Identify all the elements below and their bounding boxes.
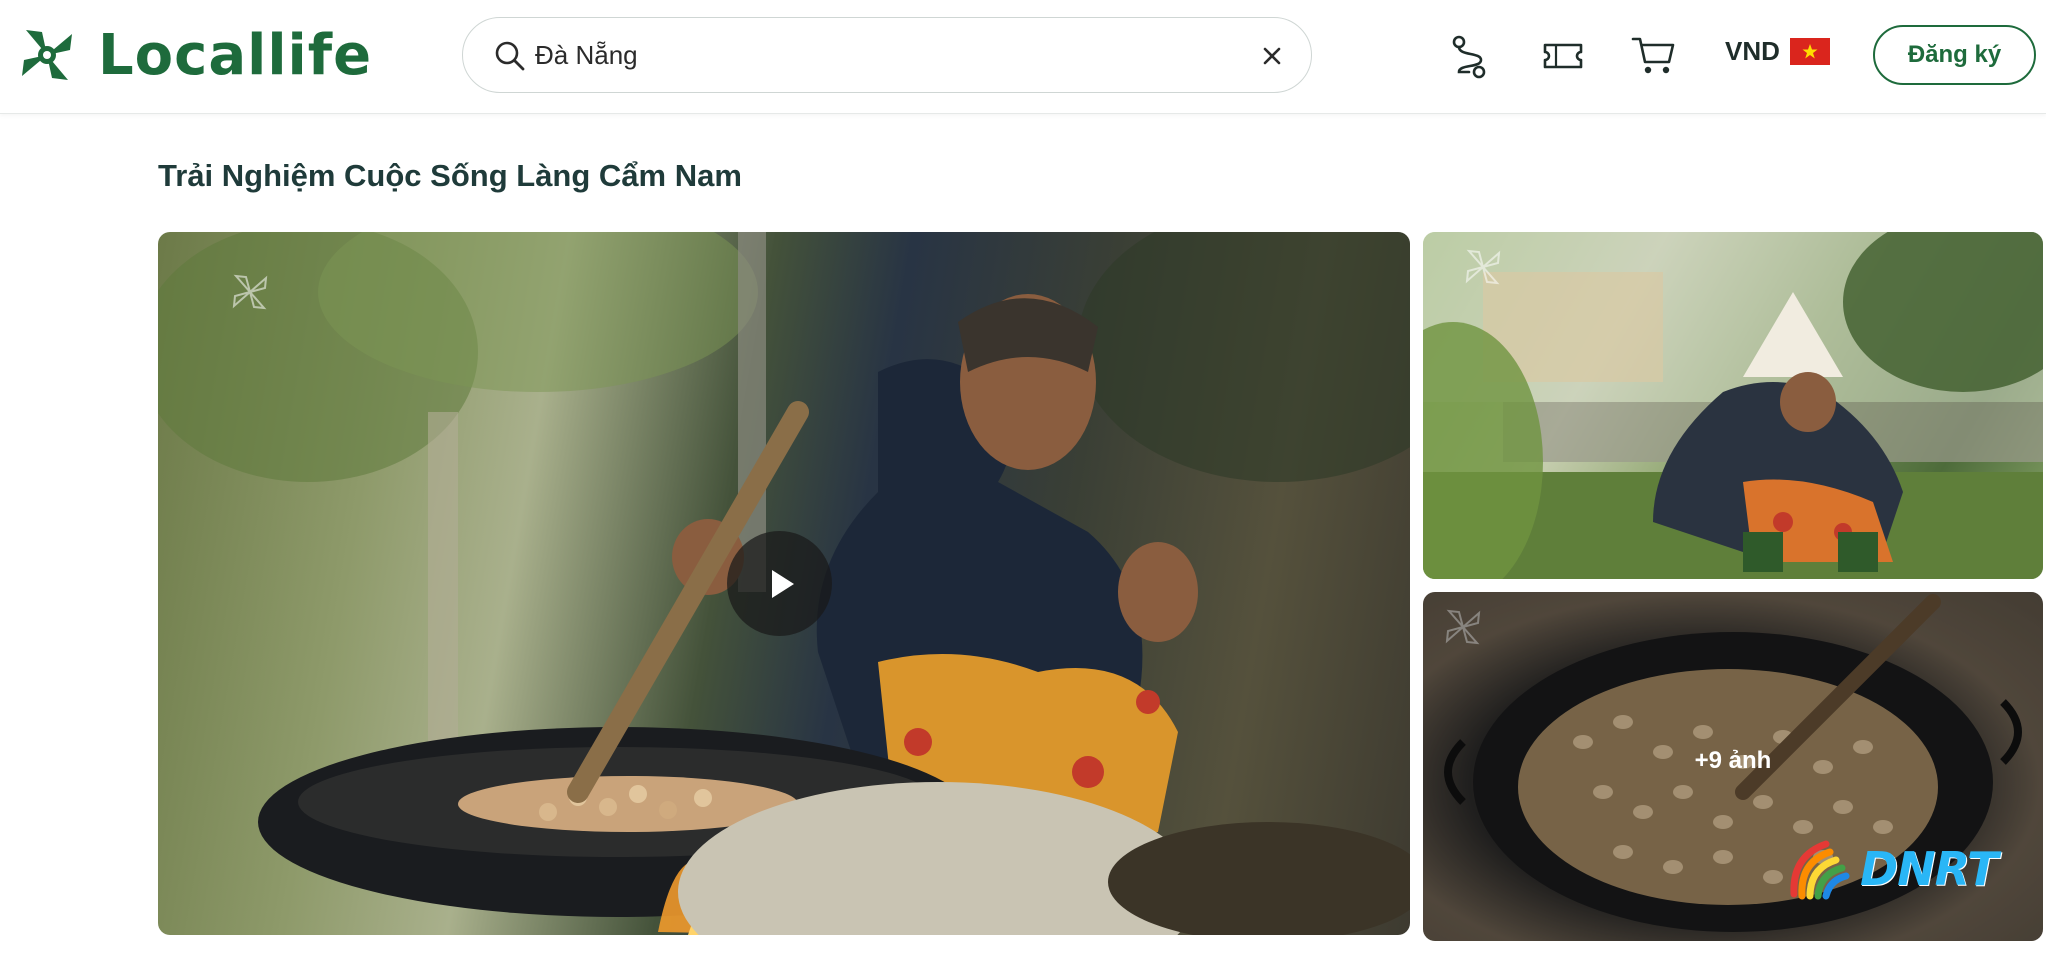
more-photos-label: +9 ảnh xyxy=(1694,746,1772,774)
close-icon[interactable] xyxy=(1257,41,1287,71)
page-title: Trải Nghiệm Cuộc Sống Làng Cẩm Nam xyxy=(158,158,742,193)
ticket-icon[interactable] xyxy=(1537,30,1589,82)
search-input[interactable] xyxy=(535,32,1195,78)
garden-scene-image xyxy=(1423,232,2043,579)
currency-selector[interactable]: VND xyxy=(1725,36,1830,67)
route-icon[interactable] xyxy=(1445,30,1497,82)
gallery-thumbnail-garden[interactable] xyxy=(1423,232,2043,579)
dnrt-logo-text: DNRT xyxy=(1860,842,1998,896)
search-bar xyxy=(462,17,1312,93)
cart-icon[interactable] xyxy=(1628,30,1680,82)
signup-button[interactable]: Đăng ký xyxy=(1873,25,2036,85)
dnrt-channel-logo: DNRT xyxy=(1786,836,1998,902)
dnrt-rainbow-logo-icon xyxy=(1790,840,1850,900)
currency-label: VND xyxy=(1725,36,1780,66)
brand-logo[interactable]: Locallife xyxy=(18,22,373,88)
search-icon xyxy=(495,41,525,71)
play-icon xyxy=(771,569,794,598)
locallife-logo-icon xyxy=(22,30,72,80)
watermark-logo-icon xyxy=(232,274,268,310)
vietnam-flag-icon xyxy=(1789,38,1830,65)
watermark-logo-icon xyxy=(1465,249,1501,285)
top-header: Locallife VND Đăng ký xyxy=(0,0,2046,114)
brand-name: Locallife xyxy=(98,22,373,88)
play-button[interactable] xyxy=(727,531,832,636)
